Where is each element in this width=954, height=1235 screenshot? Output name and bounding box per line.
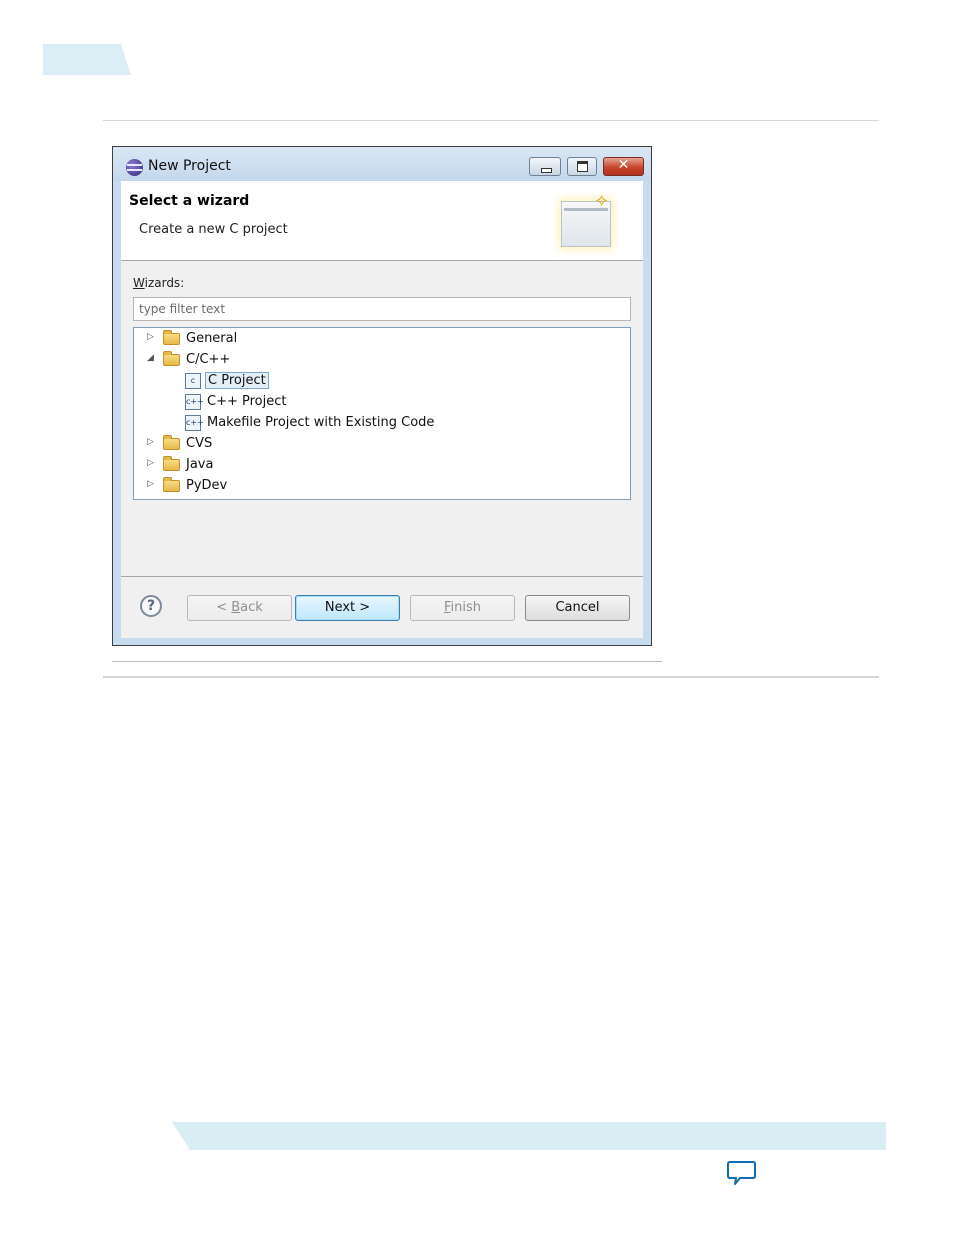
back-button-accelerator: B	[231, 600, 241, 615]
tree-item-label: C/C++	[186, 352, 231, 367]
wizards-label-accelerator: W	[133, 276, 145, 290]
dialog-titlebar[interactable]: New Project ✕	[113, 147, 651, 181]
dialog-title: New Project	[148, 158, 231, 174]
wizards-label: Wizards:	[133, 276, 184, 290]
maximize-button[interactable]	[567, 157, 597, 176]
back-button-prefix: <	[216, 600, 232, 615]
tree-item-label: PyDev	[186, 478, 228, 493]
next-button[interactable]: Next >	[295, 595, 400, 621]
collapsed-arrow-icon[interactable]: ▷	[147, 458, 157, 468]
c-project-file-icon: c++	[185, 415, 204, 431]
banner-title: Select a wizard	[129, 193, 250, 209]
folder-icon	[163, 435, 180, 450]
filter-input[interactable]	[133, 297, 631, 321]
tree-item-label: CVS	[186, 436, 213, 451]
folder-icon	[163, 477, 180, 492]
wizard-banner: Select a wizard Create a new C project ✧	[121, 181, 643, 260]
wizards-tree[interactable]: ▷ General ◢ C/C++ c C Project c++ C++ Project c+…	[133, 327, 631, 500]
collapsed-arrow-icon[interactable]: ▷	[147, 437, 157, 447]
minimize-icon	[541, 168, 552, 173]
cancel-button[interactable]: Cancel	[525, 595, 630, 621]
folder-icon	[163, 351, 180, 366]
tree-item-label: Java	[186, 457, 214, 472]
close-icon: ✕	[617, 157, 630, 173]
help-icon[interactable]: ?	[140, 595, 162, 617]
new-project-dialog: New Project ✕ Select a wizard Create a n…	[112, 146, 652, 646]
page-header-tab	[43, 44, 131, 75]
minimize-button[interactable]	[529, 157, 561, 176]
folder-icon	[163, 330, 180, 345]
c-project-file-icon: c	[185, 373, 201, 389]
tree-item-label: Makefile Project with Existing Code	[207, 415, 435, 430]
finish-button[interactable]: Finish	[410, 595, 515, 621]
banner-subtitle: Create a new C project	[139, 222, 288, 237]
c-project-file-icon: c++	[185, 394, 204, 410]
figure-caption-rule	[112, 661, 662, 662]
wizard-body: Wizards: ▷General◢C/C++cC Projectc++C++ …	[121, 260, 643, 577]
page-footer-band	[172, 1122, 886, 1150]
wizards-label-text: izards:	[144, 276, 185, 290]
collapsed-arrow-icon[interactable]: ▷	[147, 479, 157, 489]
feedback-icon[interactable]	[727, 1159, 757, 1187]
dialog-footer: ? < Back Next > Finish Cancel	[121, 576, 643, 638]
folder-icon	[163, 456, 180, 471]
back-button-text: ack	[240, 600, 263, 615]
maximize-icon	[577, 161, 588, 172]
tree-item-label: C Project	[205, 372, 269, 389]
tree-item-label: C++ Project	[207, 394, 287, 409]
eclipse-app-icon	[126, 159, 143, 176]
close-button[interactable]: ✕	[603, 157, 644, 176]
finish-button-text: inish	[450, 600, 482, 615]
sparkle-icon: ✧	[594, 191, 610, 212]
figure-bottom-rule	[103, 676, 879, 678]
figure-top-rule	[103, 120, 879, 121]
back-button[interactable]: < Back	[187, 595, 292, 621]
expanded-arrow-icon[interactable]: ◢	[147, 353, 157, 363]
collapsed-arrow-icon[interactable]: ▷	[147, 332, 157, 342]
tree-item-label: General	[186, 331, 238, 346]
